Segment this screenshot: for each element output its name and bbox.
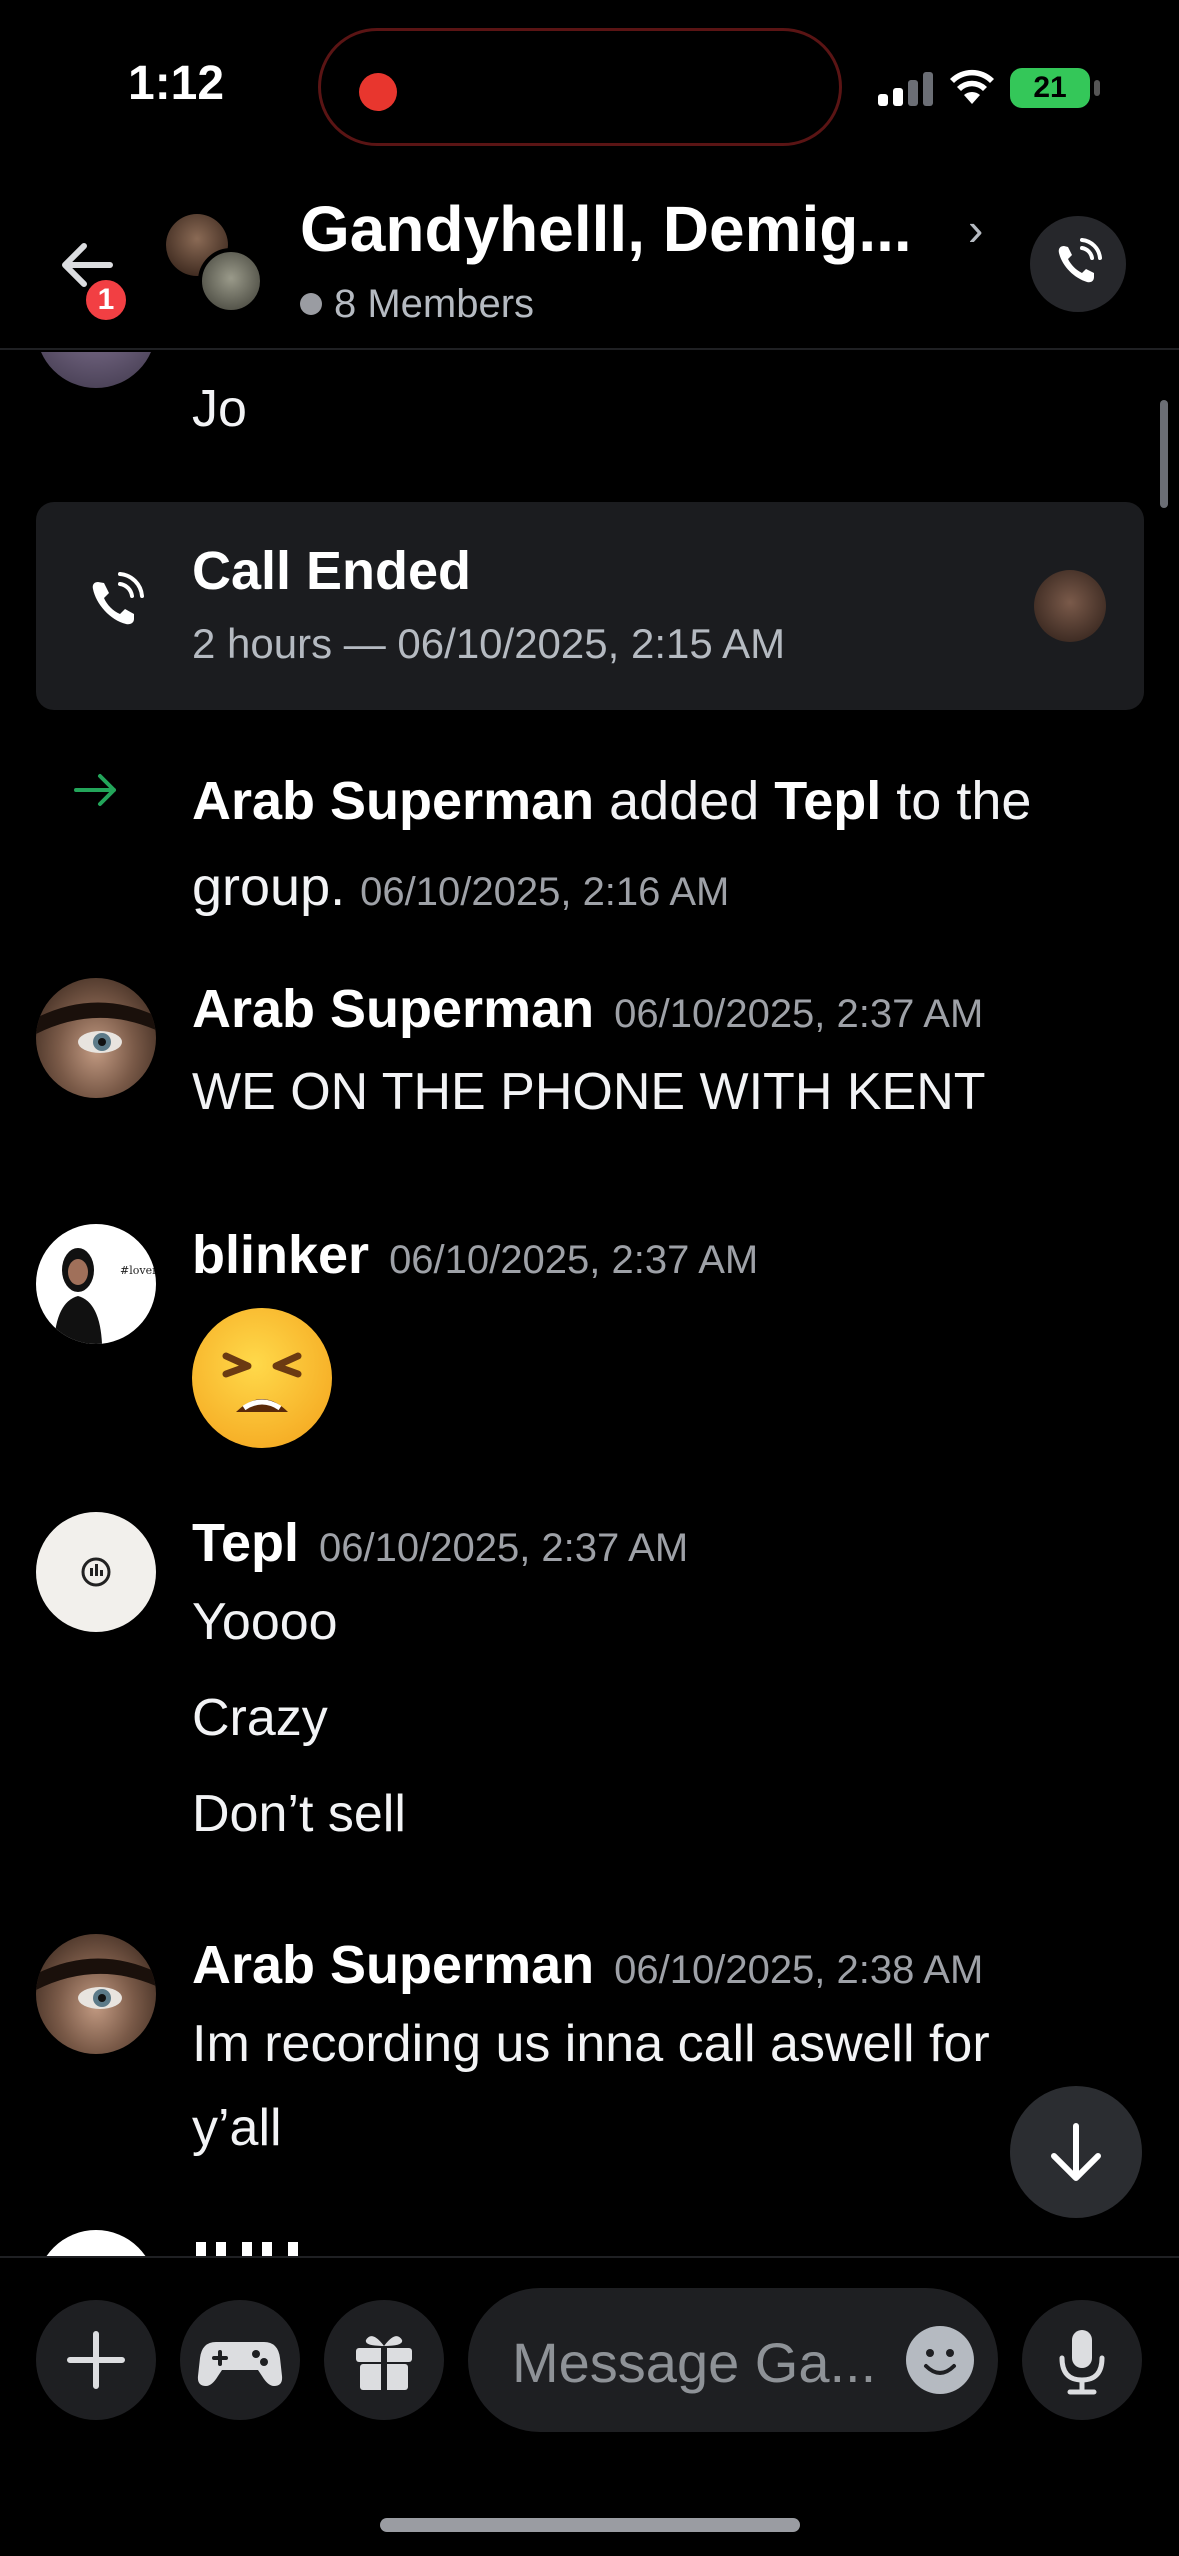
message-author[interactable]: Arab Superman 06/10/2025, 2:37 AM — [192, 978, 983, 1040]
scrollbar[interactable] — [1160, 400, 1168, 508]
message-text: Yoooo — [192, 1593, 338, 1651]
chat-header: 1 Gandyhelll, Demig... › 8 Members — [0, 170, 1179, 350]
message-text: Don’t sell — [192, 1785, 406, 1843]
phone-icon — [1058, 238, 1102, 283]
emoji-picker-button[interactable] — [906, 2326, 974, 2394]
author-name[interactable]: Arab Superman — [192, 1935, 594, 1995]
call-title: Call Ended — [192, 541, 472, 601]
message-author[interactable]: Tepl 06/10/2025, 2:37 AM — [192, 1512, 688, 1574]
timestamp: 06/10/2025, 2:38 AM — [614, 1948, 984, 1992]
unread-badge: 1 — [82, 276, 130, 324]
recording-indicator-icon — [359, 73, 397, 111]
battery-cap — [1094, 80, 1100, 96]
group-title[interactable]: Gandyhelll, Demig... — [300, 192, 912, 266]
avatar[interactable] — [36, 1512, 156, 1632]
home-indicator[interactable] — [380, 2518, 800, 2532]
status-bar: 1:12 21 — [0, 0, 1179, 170]
arrow-down-icon — [1051, 2123, 1101, 2181]
avatar[interactable] — [36, 352, 156, 388]
microphone-icon — [1059, 2330, 1105, 2395]
message-author[interactable] — [192, 2242, 312, 2256]
tired-face-emoji-icon[interactable] — [192, 1308, 332, 1448]
avatar[interactable]: #lover. — [36, 1224, 156, 1344]
message-list[interactable]: Jo Call Ended 2 hours — 06/10/2025, 2:15… — [0, 352, 1179, 2256]
jump-to-present-button[interactable] — [1010, 2086, 1142, 2218]
message-author[interactable]: Arab Superman 06/10/2025, 2:38 AM — [192, 1934, 983, 1996]
attach-button[interactable] — [36, 2300, 156, 2420]
gamepad-icon — [197, 2342, 283, 2386]
avatar[interactable] — [36, 1934, 156, 2054]
battery-indicator: 21 — [1010, 68, 1090, 108]
timestamp: 06/10/2025, 2:37 AM — [614, 992, 984, 1036]
timestamp: 06/10/2025, 2:37 AM — [389, 1238, 759, 1282]
message-text: Im recording us inna call aswell for — [192, 2015, 990, 2073]
call-participant-avatar[interactable] — [1034, 570, 1106, 642]
timestamp: 06/10/2025, 2:37 AM — [319, 1526, 689, 1570]
timestamp: 06/10/2025, 2:16 AM — [360, 870, 730, 914]
message-composer: Message Ga... — [0, 2256, 1179, 2556]
author-name[interactable]: blinker — [192, 1225, 369, 1285]
message-author[interactable]: blinker 06/10/2025, 2:37 AM — [192, 1224, 758, 1286]
system-message: Arab Superman added Tepl to the group. 0… — [192, 758, 1142, 935]
activities-button[interactable] — [180, 2300, 300, 2420]
member-added-arrow-icon — [70, 764, 122, 816]
dynamic-island[interactable] — [318, 28, 842, 146]
message-placeholder: Message Ga... — [512, 2331, 877, 2394]
group-avatar-2 — [198, 248, 264, 314]
presence-dot-icon — [300, 293, 322, 315]
smiley-icon — [924, 2349, 956, 2375]
group-avatar[interactable] — [166, 214, 276, 314]
system-actor[interactable]: Arab Superman — [192, 771, 594, 831]
call-ended-card[interactable]: Call Ended 2 hours — 06/10/2025, 2:15 AM — [36, 502, 1144, 710]
gift-icon — [356, 2336, 412, 2390]
cellular-signal-icon — [878, 72, 934, 106]
start-call-button[interactable] — [1030, 216, 1126, 312]
wifi-icon — [948, 64, 996, 106]
phone-call-icon — [80, 568, 152, 640]
voice-message-button[interactable] — [1022, 2300, 1142, 2420]
gift-button[interactable] — [324, 2300, 444, 2420]
members-label: 8 Members — [334, 282, 535, 326]
call-duration: 2 hours — 06/10/2025, 2:15 AM — [192, 620, 786, 667]
avatar[interactable] — [36, 2230, 156, 2256]
system-action: added — [594, 771, 775, 831]
message-text: Crazy — [192, 1689, 328, 1747]
author-name[interactable]: Tepl — [192, 1513, 299, 1573]
members-count[interactable]: 8 Members — [300, 282, 534, 327]
plus-icon — [67, 2331, 125, 2389]
system-target[interactable]: Tepl — [774, 771, 881, 831]
chevron-right-icon[interactable]: › — [968, 202, 983, 256]
status-time: 1:12 — [128, 57, 225, 110]
message-text: y’all — [192, 2099, 282, 2157]
message-text: Jo — [192, 380, 247, 438]
battery-level: 21 — [1033, 71, 1067, 104]
avatar[interactable] — [36, 978, 156, 1098]
author-name[interactable]: Arab Superman — [192, 979, 594, 1039]
message-text: WE ON THE PHONE WITH KENT — [192, 1063, 986, 1121]
svg-text:#lover.: #lover. — [120, 1264, 156, 1277]
message-input[interactable]: Message Ga... — [468, 2288, 998, 2432]
